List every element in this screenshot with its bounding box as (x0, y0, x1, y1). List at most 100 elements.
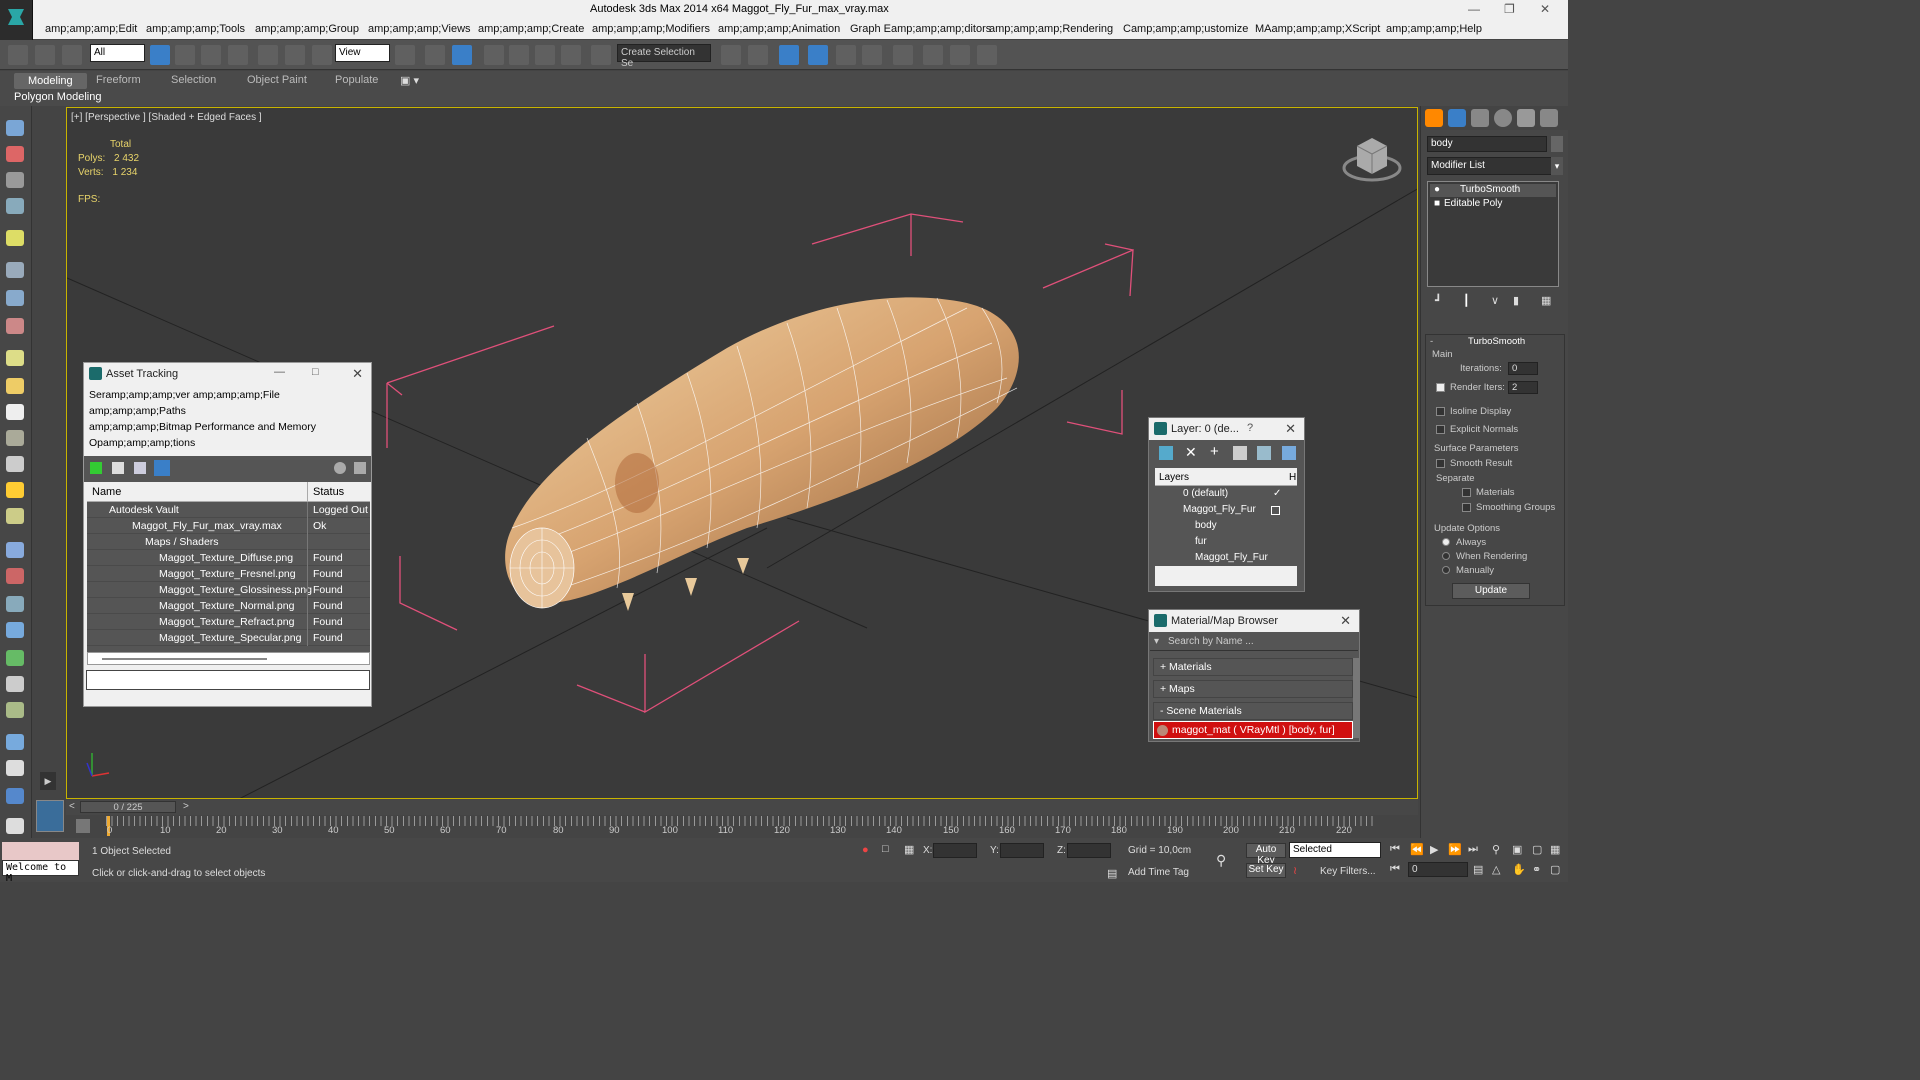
smoothing-groups-checkbox[interactable] (1462, 503, 1471, 512)
close-icon[interactable]: ✕ (1540, 2, 1550, 16)
col-status[interactable]: Status (313, 486, 344, 498)
prev-key-icon[interactable]: ⏪ (1410, 843, 1424, 856)
table-row[interactable]: Autodesk Vault Logged Out . (87, 502, 370, 528)
dynamics-icon[interactable] (6, 568, 24, 584)
modify-tab-icon[interactable] (1448, 109, 1466, 127)
list-icon[interactable] (6, 172, 24, 188)
angle-snap-icon[interactable] (509, 45, 529, 65)
viewport-layout-icon[interactable] (36, 800, 64, 832)
explicit-normals-checkbox[interactable] (1436, 425, 1445, 434)
iterations-spinner[interactable]: 0 (1508, 362, 1538, 375)
zoom-extents-icon[interactable]: ▢ (1532, 843, 1542, 856)
menu-help[interactable]: amp;amp;amp;Help (1386, 23, 1482, 35)
scene-material-item[interactable]: maggot_mat ( VRayMtl ) [body, fur] (1153, 721, 1353, 739)
select-layer-icon[interactable] (1233, 446, 1247, 460)
zoom-extents-all-icon[interactable]: ▦ (1550, 843, 1560, 856)
make-unique-icon[interactable]: ∨ (1491, 294, 1499, 307)
bind-spacewarp-icon[interactable] (62, 45, 82, 65)
lock-selection-icon[interactable]: □ (882, 843, 889, 855)
viewport-label[interactable]: [+] [Perspective ] [Shaded + Edged Faces… (71, 112, 262, 123)
create-tab-icon[interactable] (1425, 109, 1443, 127)
key-filters-button[interactable]: Key Filters... (1320, 866, 1376, 877)
table-row[interactable]: Maggot_Fly_Fur_max_vray.max Ok (87, 518, 370, 534)
table-view-icon[interactable] (134, 462, 146, 474)
rotate-icon[interactable] (285, 45, 305, 65)
help-icon[interactable]: ? (1247, 422, 1253, 434)
sphere-icon[interactable] (6, 378, 24, 394)
named-selection-dropdown[interactable]: Create Selection Se (617, 44, 711, 69)
close-icon[interactable]: ✕ (352, 366, 363, 382)
absolute-mode-icon[interactable]: ▦ (904, 843, 914, 856)
tab-freeform[interactable]: Freeform (96, 74, 141, 86)
layer-item-fur[interactable]: fur (1155, 534, 1297, 550)
polygon-modeling-label[interactable]: Polygon Modeling (14, 91, 101, 103)
globe-icon[interactable] (6, 734, 24, 750)
search-input[interactable]: Search by Name ... (1168, 636, 1254, 647)
circle-icon[interactable] (6, 404, 24, 420)
script-icon[interactable] (6, 760, 24, 776)
minimize-icon[interactable]: — (274, 366, 285, 378)
object-name-field[interactable]: body (1427, 136, 1547, 152)
menu-views[interactable]: amp;amp;amp;Views (368, 23, 471, 35)
asset-path-field[interactable] (86, 670, 370, 690)
render-production-icon[interactable] (977, 45, 997, 65)
grid-icon[interactable] (6, 198, 24, 214)
menu-graph-editors[interactable]: Graph Eamp;amp;amp;ditors (850, 23, 991, 35)
show-end-result-icon[interactable]: ┃ (1463, 294, 1470, 307)
orbit-icon[interactable]: ⚭ (1532, 863, 1541, 876)
search-options-icon[interactable]: ▾ (1154, 636, 1159, 647)
hierarchy-tab-icon[interactable] (1471, 109, 1489, 127)
object-color-swatch[interactable] (1551, 136, 1563, 152)
align-icon[interactable] (748, 45, 768, 65)
ribbon-options-icon[interactable]: ▣ ▾ (400, 74, 419, 87)
display-tab-icon[interactable] (1517, 109, 1535, 127)
stack-item-turbosmooth[interactable]: ● TurboSmooth (1430, 184, 1556, 197)
tab-object-paint[interactable]: Object Paint (247, 74, 307, 86)
keyboard-shortcut-override-icon[interactable] (452, 45, 472, 65)
utilities-tab-icon[interactable] (1540, 109, 1558, 127)
key-icon[interactable]: ⚲ (1216, 852, 1226, 869)
render-iters-spinner[interactable]: 2 (1508, 381, 1538, 394)
asset-menu-options[interactable]: Opamp;amp;amp;tions (84, 435, 371, 451)
list-view-icon[interactable] (112, 462, 124, 474)
motion-tab-icon[interactable] (1494, 109, 1512, 127)
disc-icon[interactable] (6, 508, 24, 524)
expand-toolstrip-icon[interactable]: ▶ (40, 772, 56, 790)
percent-snap-icon[interactable] (535, 45, 555, 65)
camera-icon[interactable] (6, 262, 24, 278)
menu-rendering[interactable]: amp;amp;amp;Rendering (989, 23, 1113, 35)
highlight-layer-icon[interactable] (1257, 446, 1271, 460)
play-icon[interactable]: ▶ (1430, 843, 1438, 856)
fov-icon[interactable]: △ (1492, 863, 1500, 876)
maxscript-mini-listener[interactable]: Welcome to M (2, 860, 79, 884)
layer-item-body[interactable]: body (1155, 518, 1297, 534)
always-radio[interactable] (1442, 538, 1450, 546)
current-frame-field[interactable]: 0 (1408, 862, 1468, 877)
render-iters-checkbox[interactable] (1436, 383, 1445, 392)
rect-selection-icon[interactable] (201, 45, 221, 65)
link-icon[interactable] (8, 45, 28, 65)
refresh-icon[interactable] (90, 462, 102, 474)
asset-menu-bitmap[interactable]: amp;amp;amp;Bitmap Performance and Memor… (84, 419, 371, 435)
tab-modeling[interactable]: Modeling (14, 73, 87, 89)
gear-icon[interactable] (6, 622, 24, 638)
cone-icon[interactable] (6, 456, 24, 472)
menu-animation[interactable]: amp;amp;amp;Animation (718, 23, 840, 35)
asset-tracking-titlebar[interactable]: Asset Tracking — □ ✕ (84, 363, 371, 385)
sun-icon[interactable] (6, 482, 24, 498)
gizmo-icon[interactable] (6, 596, 24, 612)
col-name[interactable]: Name (92, 486, 121, 498)
stack-item-editable-poly[interactable]: ■ Editable Poly (1430, 198, 1556, 211)
auto-key-button[interactable]: Auto Key (1246, 843, 1286, 866)
grid-view-icon[interactable] (154, 460, 170, 476)
next-frame-icon[interactable]: > (183, 801, 189, 812)
maximize-viewport-icon[interactable]: ▢ (1550, 863, 1560, 876)
table-row[interactable]: Maps / Shaders (87, 534, 370, 550)
edit-named-selection-icon[interactable] (591, 45, 611, 65)
graphite-ribbon-icon[interactable] (808, 45, 828, 65)
menu-edit[interactable]: amp;amp;amp;Edit (45, 23, 137, 35)
goto-end-icon[interactable]: ⏭ (1468, 843, 1478, 856)
close-icon[interactable]: ✕ (1285, 421, 1296, 437)
configure-sets-icon[interactable]: ▦ (1541, 294, 1551, 307)
box-icon[interactable] (6, 350, 24, 366)
